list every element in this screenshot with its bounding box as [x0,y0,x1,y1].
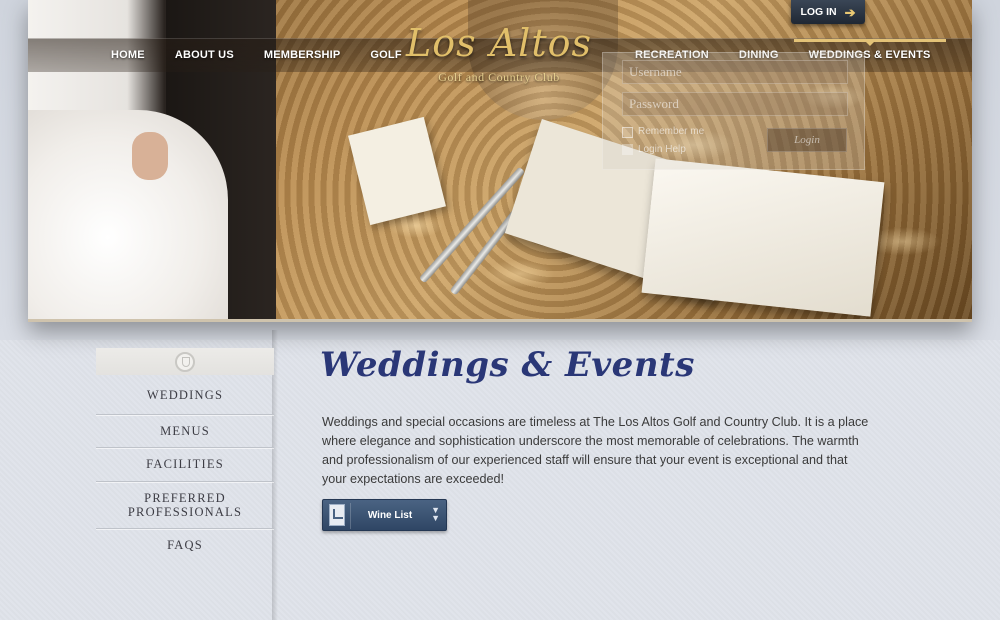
login-submit-button[interactable]: Login [767,128,847,152]
username-field[interactable]: Username [622,60,848,84]
sidebar: WEDDINGS MENUS FACILITIES PREFERRED PROF… [96,348,274,620]
remember-me-checkbox[interactable] [622,127,633,138]
sidebar-item-preferred-professionals[interactable]: PREFERRED PROFESSIONALS [96,482,274,529]
nav-membership[interactable]: MEMBERSHIP [249,38,356,72]
hero-bride-dress [28,110,228,319]
help-icon [622,144,633,155]
sidebar-item-faqs[interactable]: FAQS [96,529,274,562]
hero-napkin [641,158,885,317]
nav-about-us[interactable]: ABOUT US [160,38,249,72]
sidebar-item-facilities[interactable]: FACILITIES [96,448,274,482]
logo-subtitle: Golf and Country Club [438,70,560,84]
intro-paragraph: Weddings and special occasions are timel… [322,415,869,486]
sidebar-item-menus[interactable]: MENUS [96,415,274,448]
logo-script: Los Altos [406,21,592,65]
arrow-right-icon: ➔ [844,4,856,20]
login-help-link[interactable]: Login Help [638,144,686,155]
hero-hands [132,132,168,180]
password-field[interactable]: Password [622,92,848,116]
nav-home[interactable]: HOME [96,38,160,72]
remember-me-label: Remember me [638,126,705,137]
wine-list-label: Wine List [367,509,413,521]
site-logo[interactable]: Los Altos Golf and Country Club [388,18,610,98]
login-tab-button[interactable]: LOG IN ➔ [791,0,865,24]
double-chevron-down-icon: ▼ ▼ [431,505,440,523]
page-title: Weddings & Events [320,345,695,385]
login-tab-label: LOG IN [800,6,837,18]
wine-list-button[interactable]: Wine List ▼ ▼ [322,499,447,531]
sidebar-item-weddings[interactable]: WEDDINGS [96,376,274,415]
document-icon [329,504,345,526]
sidebar-header [96,348,274,375]
nav-left: HOME ABOUT US MEMBERSHIP GOLF [96,38,417,72]
crest-icon [175,351,195,372]
